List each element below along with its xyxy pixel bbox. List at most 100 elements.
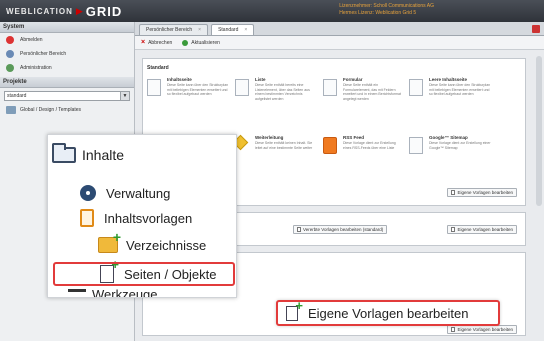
toolbar: × Abbrechen Aktualisieren [135, 36, 544, 50]
tab-label: Standard [218, 27, 239, 33]
template-desc: Diese Seite enthält ein Formularelement,… [343, 83, 401, 101]
chevron-down-icon[interactable]: ▼ [120, 92, 129, 100]
refresh-icon [182, 39, 189, 46]
menu-label: Verzeichnisse [126, 237, 207, 253]
gear-icon [80, 185, 96, 201]
template-desc: Diese Seite enthält keinen Inhalt. Sie l… [255, 141, 313, 150]
refresh-button[interactable]: Aktualisieren [182, 39, 220, 46]
edit-own-templates-button[interactable]: Eigene Vorlagen bearbeiten [447, 188, 517, 197]
list-page-icon [235, 79, 249, 96]
button-label: Vererbte Vorlagen bearbeiten (standard) [303, 227, 384, 232]
edit-own-templates-highlight-button[interactable]: Eigene Vorlagen bearbeiten [276, 298, 500, 326]
cancel-label: Abbrechen [148, 39, 173, 46]
new-folder-icon [98, 229, 121, 253]
template-title: Leere Inhaltsseite [429, 77, 468, 82]
tab-bar: Persönlicher Bereich × Standard × [135, 22, 544, 36]
close-icon[interactable]: × [244, 27, 247, 33]
tools-icon [68, 288, 86, 298]
template-title: Formular [343, 77, 363, 82]
button-label: Eigene Vorlagen bearbeiten [457, 190, 513, 195]
template-card[interactable]: Weiterleitung Diese Seite enthält keinen… [232, 134, 319, 175]
button-label: Eigene Vorlagen bearbeiten [308, 305, 469, 321]
license-line-1: Lizenznehmer: Scholl Communications AG [339, 3, 434, 9]
page-icon [147, 79, 161, 96]
tab-personal[interactable]: Persönlicher Bereich × [139, 24, 209, 35]
template-card[interactable]: Google™ Sitemap Diese Vorlage dient zur … [409, 135, 493, 175]
sidebar-item-label: Abmelden [20, 37, 43, 43]
template-desc: Diese Seite enthält bereits eine Listene… [255, 83, 310, 101]
template-title: Weiterleitung [255, 135, 284, 140]
app-logo: WEBLICATION ▶ GRID [6, 3, 122, 19]
button-label: Eigene Vorlagen bearbeiten [457, 327, 513, 332]
template-title: Inhaltsseite [167, 77, 192, 82]
folder-icon [6, 106, 16, 114]
cancel-button[interactable]: × Abbrechen [141, 39, 172, 46]
menu-item-verwaltung[interactable]: Verwaltung [80, 185, 170, 201]
menu-item-inhalte[interactable]: Inhalte [52, 143, 125, 163]
template-card[interactable]: Liste Diese Seite enthält bereits eine L… [235, 77, 319, 117]
page-icon [451, 327, 456, 332]
logo-separator: ▶ [75, 5, 83, 16]
folder-icon [52, 143, 76, 163]
new-page-icon [286, 298, 303, 321]
highlight-frame [53, 262, 235, 286]
template-card[interactable]: RSS Feed Diese Vorlage dient zur Erstell… [323, 135, 407, 175]
button-label: Eigene Vorlagen bearbeiten [457, 227, 513, 232]
template-title: Liste [255, 77, 266, 82]
project-select-value: standard [7, 93, 27, 99]
project-select[interactable]: standard ▼ [4, 91, 130, 101]
template-desc: Diese Seite kann über den Strukturplan m… [167, 83, 229, 96]
edit-own-templates-button[interactable]: Eigene Vorlagen bearbeiten [447, 225, 517, 234]
projects-panel-head[interactable]: Projekte [0, 77, 134, 88]
menu-item-verzeichnisse[interactable]: Verzeichnisse [98, 229, 207, 253]
template-card[interactable]: Formular Diese Seite enthält ein Formula… [323, 77, 407, 117]
refresh-label: Aktualisieren [191, 39, 220, 46]
logo-weblication: WEBLICATION [6, 6, 73, 16]
section-title: Standard [147, 65, 169, 71]
scrollbar[interactable] [536, 56, 542, 206]
logout-icon [6, 36, 14, 44]
tab-label: Persönlicher Bereich [146, 27, 193, 33]
logo-grid: GRID [85, 3, 123, 19]
edit-own-templates-button[interactable]: Eigene Vorlagen bearbeiten [447, 325, 517, 334]
menu-item-inhaltsvorlagen[interactable]: Inhaltsvorlagen [80, 209, 192, 227]
user-icon [6, 50, 14, 58]
sidebar-item-personal[interactable]: Persönlicher Bereich [0, 47, 134, 61]
edit-inherited-templates-button[interactable]: Vererbte Vorlagen bearbeiten (standard) [293, 225, 388, 234]
rss-icon [323, 137, 337, 154]
cancel-icon: × [141, 39, 146, 46]
form-page-icon [323, 79, 337, 96]
tab-standard[interactable]: Standard × [211, 24, 255, 35]
license-info: Lizenznehmer: Scholl Communications AG H… [339, 3, 434, 17]
template-desc: Diese Vorlage dient zur Erstellung einer… [429, 141, 491, 150]
window-close-icon[interactable] [532, 25, 540, 33]
page-icon [297, 227, 301, 232]
menu-label: Werkzeuge [92, 287, 158, 298]
clipboard-icon [80, 209, 94, 227]
admin-icon [6, 64, 14, 72]
template-title: Google™ Sitemap [429, 135, 468, 140]
menu-label: Verwaltung [106, 185, 171, 201]
template-desc: Diese Seite kann über den Strukturplan m… [429, 83, 491, 96]
page-icon [451, 190, 456, 195]
license-line-2: Hermes Lizenz: Weblication Grid 5 [339, 10, 417, 16]
empty-page-icon [409, 79, 423, 96]
sidebar-item-admin[interactable]: Administration [0, 61, 134, 75]
sidebar-item-label: Persönlicher Bereich [20, 51, 67, 57]
menu-label: Inhaltsvorlagen [104, 210, 193, 226]
sidebar-item-label: Administration [20, 65, 52, 71]
system-panel-head[interactable]: System [0, 22, 134, 33]
template-card[interactable]: Leere Inhaltsseite Diese Seite kann über… [409, 77, 493, 117]
app-header: WEBLICATION ▶ GRID Lizenznehmer: Scholl … [0, 0, 544, 22]
template-title: RSS Feed [343, 135, 365, 140]
tree-item-label: Global / Design / Templates [20, 107, 82, 113]
menu-label: Inhalte [82, 147, 125, 163]
menu-item-werkzeuge[interactable]: Werkzeuge [68, 287, 158, 298]
sidebar-item-logout[interactable]: Abmelden [0, 33, 134, 47]
sitemap-icon [409, 137, 423, 154]
close-icon[interactable]: × [198, 27, 201, 33]
tree-item-global[interactable]: Global / Design / Templates [0, 104, 134, 116]
template-card[interactable]: Inhaltsseite Diese Seite kann über den S… [147, 77, 231, 117]
template-desc: Diese Vorlage dient zur Erstellung eines… [343, 141, 396, 150]
zoom-menu-callout: Inhalte Verwaltung Inhaltsvorlagen Verze… [47, 134, 237, 298]
